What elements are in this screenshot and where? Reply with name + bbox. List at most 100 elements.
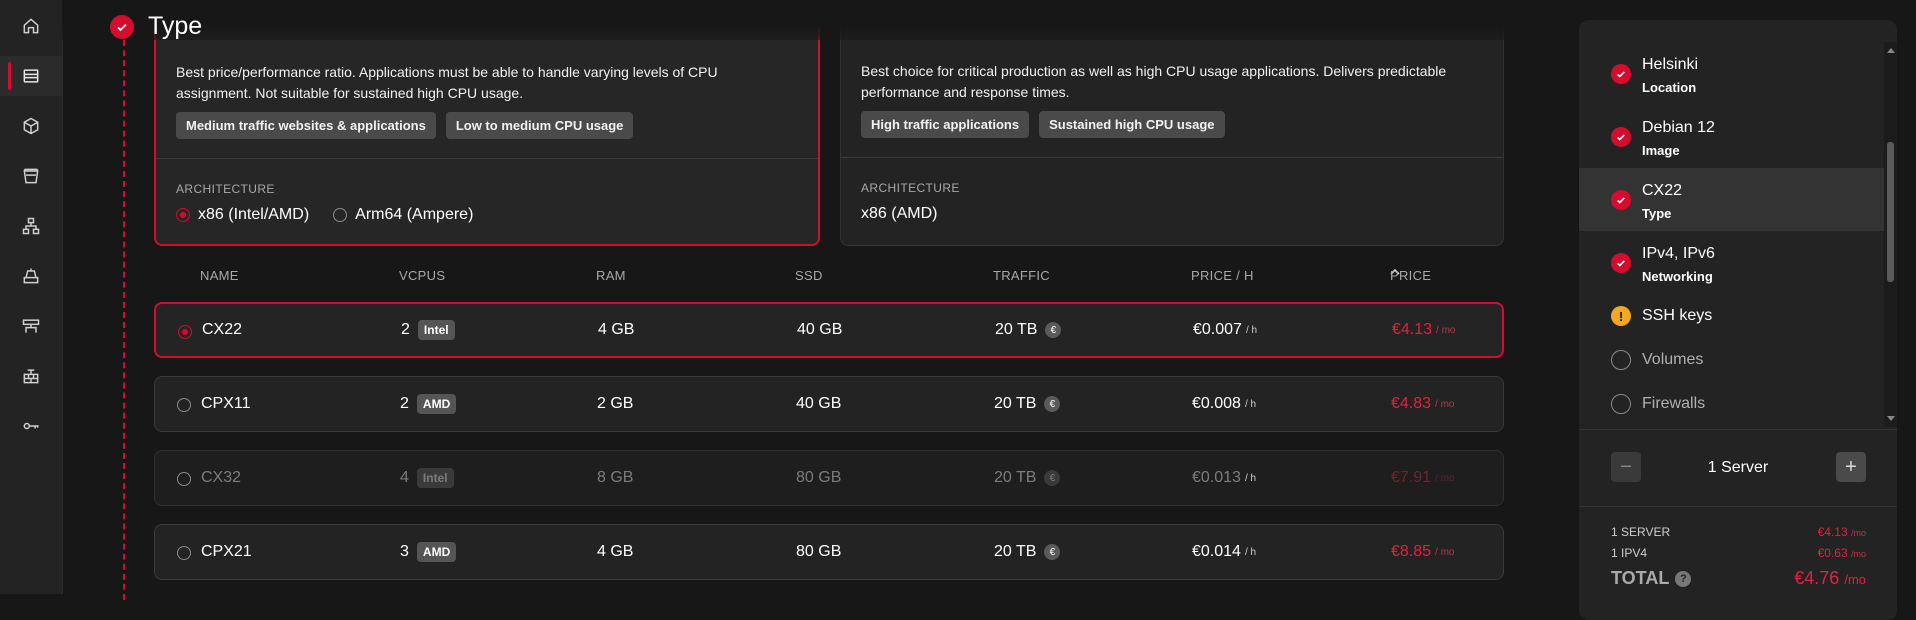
price-hourly-unit: / h [1244,546,1257,558]
scroll-up-icon[interactable] [1887,48,1895,53]
price-hourly-unit: / h [1245,324,1258,336]
step-ssh-keys[interactable]: ! SSH keys [1579,294,1884,338]
steps-scrollbar[interactable] [1884,42,1897,427]
row-ssd: 80 GB [796,469,842,486]
cpu-vendor-badge: AMD [416,394,457,414]
tag: Medium traffic websites & applications [176,112,436,139]
step-type[interactable]: CX22 Type [1579,168,1884,231]
radio-selected-icon[interactable] [178,325,192,339]
step-title: SSH keys [1642,307,1713,324]
row-price-monthly: €4.13/ mo [1392,304,1456,356]
server-type-row[interactable]: CPX11 2 AMD 2 GB 40 GB 20 TB € €0.008/ h €4.83/ … [154,376,1504,432]
step-location[interactable]: Helsinki Location [1579,42,1884,105]
row-name: CPX21 [201,543,252,560]
checkmark-icon [1611,127,1631,147]
home-icon [23,18,39,34]
step-subtitle: Networking [1642,269,1713,284]
vcpu-count: 2 [400,395,409,412]
total-label: TOTAL [1611,568,1670,588]
col-traffic-header[interactable]: TRAFFIC [993,268,1050,283]
section-header: Type [110,12,202,41]
cost-label: 1 SERVER [1611,524,1671,539]
firewall-nav-button[interactable] [0,356,62,396]
scrollbar-thumb[interactable] [1887,142,1894,282]
cost-value: €0.63 [1817,545,1848,560]
bucket-icon [23,168,39,184]
home-nav-button[interactable] [0,6,62,46]
step-title: Volumes [1642,351,1704,368]
radio-empty-icon[interactable] [177,546,191,560]
col-vcpus-header[interactable]: VCPUS [399,268,445,283]
traffic-value: 20 TB [995,321,1038,338]
vcpu-count: 3 [400,543,409,560]
cube-nav-button[interactable] [0,106,62,146]
row-price-hourly: €0.007/ h [1193,304,1257,356]
radio-empty-icon[interactable] [177,472,191,486]
arch-arm64-radio[interactable]: Arm64 (Ampere) [333,206,473,224]
network-nav-button[interactable] [0,206,62,246]
euro-icon[interactable]: € [1044,396,1061,412]
row-ram: 8 GB [597,469,634,486]
col-name-header[interactable]: NAME [200,268,239,283]
price-monthly-unit: / mo [1435,472,1455,484]
server-type-row[interactable]: CPX21 3 AMD 4 GB 80 GB 20 TB € €0.014/ h €8.85/ … [154,524,1504,580]
cost-line: 1 IPV4 €0.63 /mo [1611,542,1866,563]
architecture-value: x86 (AMD) [861,205,937,223]
traffic-value: 20 TB [994,543,1037,560]
radio-empty-icon[interactable] [177,398,191,412]
server-type-row[interactable]: CX22 2 Intel 4 GB 40 GB 20 TB € €0.007/ h €4.13/… [154,302,1504,358]
cost-line: 1 SERVER €4.13 /mo [1611,521,1866,542]
cpu-vendor-badge: Intel [417,320,455,340]
row-vcpus: 4 Intel [400,451,454,505]
price-hourly-value: €0.014 [1192,543,1241,560]
step-image[interactable]: Debian 12 Image [1579,105,1884,168]
summary-panel: Helsinki Location Debian 12 Image CX22 T… [1579,20,1897,620]
cost-unit: /mo [1850,527,1866,538]
tag: Low to medium CPU usage [445,112,634,139]
storage-nav-button[interactable] [0,256,62,296]
server-type-row[interactable]: CX32 4 Intel 8 GB 80 GB 20 TB € €0.013/ h €7.91/… [154,450,1504,506]
traffic-value: 20 TB [994,469,1037,486]
step-title: Debian 12 [1642,119,1715,136]
euro-icon[interactable]: € [1045,322,1062,338]
tag: High traffic applications [861,111,1030,138]
section-title: Type [148,12,203,40]
key-icon [23,422,39,430]
bucket-nav-button[interactable] [0,156,62,196]
cpu-vendor-badge: AMD [416,542,457,562]
price-monthly-value: €7.91 [1391,469,1432,486]
cost-unit: /mo [1850,548,1866,559]
step-networking[interactable]: IPv4, IPv6 Networking [1579,231,1884,294]
step-firewalls[interactable]: Firewalls [1579,382,1884,426]
traffic-value: 20 TB [994,395,1037,412]
col-price-label: PRICE [1390,268,1432,283]
step-volumes[interactable]: Volumes [1579,338,1884,382]
arch-x86-radio[interactable]: x86 (Intel/AMD) [176,206,309,224]
loadbalancer-nav-button[interactable] [0,306,62,346]
cost-label: 1 IPV4 [1611,545,1648,560]
row-ram: 4 GB [597,543,634,560]
col-ram-header[interactable]: RAM [596,268,626,283]
firewall-icon [23,369,39,384]
vcpu-count: 4 [400,469,409,486]
euro-icon[interactable]: € [1044,470,1061,486]
servers-nav-button[interactable] [0,56,62,96]
server-icon [23,69,39,83]
col-price-h-header[interactable]: PRICE / H [1191,268,1254,283]
col-price-header[interactable]: PRICE [1390,268,1431,283]
arch-x86-label: x86 (Intel/AMD) [198,206,310,223]
step-title: Helsinki [1642,56,1699,73]
col-ssd-header[interactable]: SSD [795,268,823,283]
loadbalancer-icon [22,319,40,333]
row-traffic: 20 TB € [994,377,1061,431]
increase-quantity-button[interactable]: + [1836,452,1866,482]
help-icon[interactable]: ? [1675,570,1692,587]
price-hourly-unit: / h [1244,472,1257,484]
nav-rail [0,0,63,594]
cost-summary: 1 SERVER €4.13 /mo 1 IPV4 €0.63 /mo TOTA… [1611,521,1866,589]
ssh-keys-nav-button[interactable] [0,406,62,446]
euro-icon[interactable]: € [1044,544,1061,560]
scroll-down-icon[interactable] [1887,416,1895,421]
radio-selected-icon [176,208,190,222]
vcpu-count: 2 [401,321,410,338]
